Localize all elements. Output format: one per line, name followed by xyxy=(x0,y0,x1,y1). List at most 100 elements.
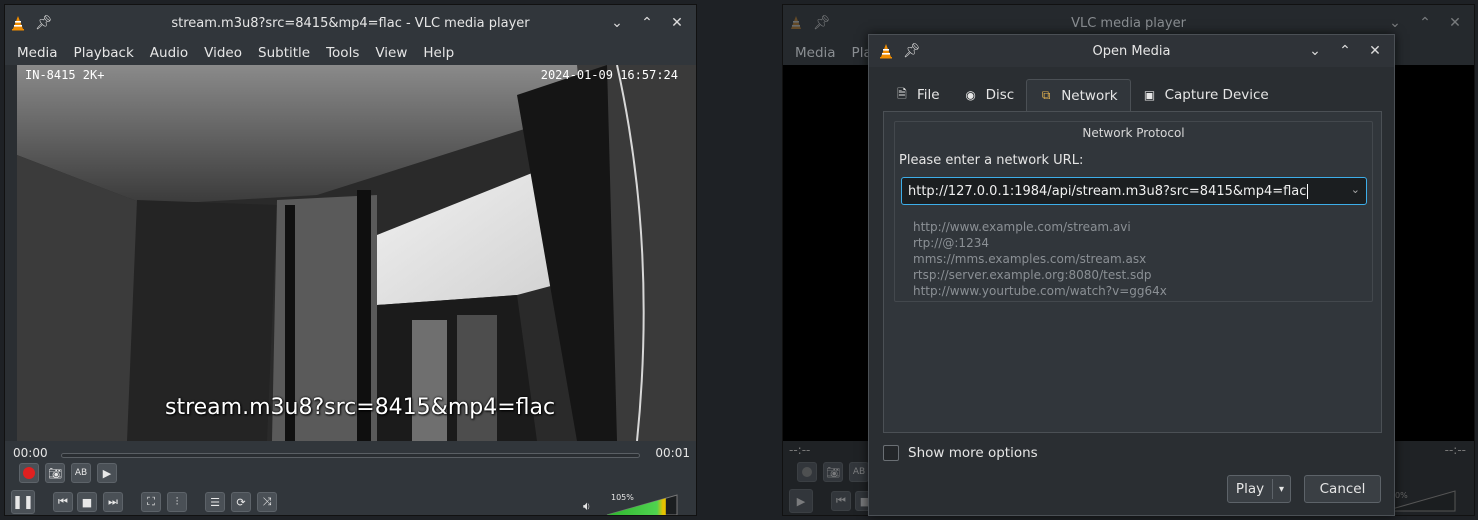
menu-subtitle[interactable]: Subtitle xyxy=(250,45,318,61)
chevron-down-icon[interactable]: ▾ xyxy=(1273,484,1290,495)
show-more-label: Show more options xyxy=(908,445,1038,461)
tab-file-label: File xyxy=(917,87,940,103)
background-window-title: VLC media player xyxy=(1071,15,1186,31)
playlist-icon: ☰ xyxy=(210,495,220,509)
record-button[interactable] xyxy=(797,462,817,482)
url-examples: http://www.example.com/stream.avi rtp://… xyxy=(913,219,1167,299)
tab-network[interactable]: ⧉ Network xyxy=(1026,79,1131,111)
chevron-down-icon[interactable]: ⌄ xyxy=(1302,38,1328,64)
tab-capture-device[interactable]: ▣ Capture Device xyxy=(1131,79,1281,111)
menu-audio[interactable]: Audio xyxy=(142,45,196,61)
camera-frame-image xyxy=(17,65,696,441)
play-button[interactable]: ▶ xyxy=(789,489,813,513)
show-more-checkbox[interactable] xyxy=(883,445,899,461)
playlist-button[interactable]: ☰ xyxy=(205,492,225,512)
chevron-down-icon[interactable]: ⌄ xyxy=(1382,10,1408,36)
pause-button[interactable]: ❚❚ xyxy=(11,490,35,514)
volume-slider[interactable] xyxy=(605,493,679,516)
vlc-cone-icon xyxy=(873,38,899,64)
file-icon: 🗎 xyxy=(897,86,907,101)
tab-file[interactable]: 🗎 File xyxy=(883,79,952,111)
disc-icon: ◉ xyxy=(965,88,976,102)
stop-button[interactable]: ■ xyxy=(77,492,97,512)
menubar: Media Playback Audio Video Subtitle Tool… xyxy=(5,41,696,65)
play-label: Play xyxy=(1235,481,1265,497)
close-icon[interactable]: ✕ xyxy=(1442,10,1468,36)
loop-ab-icon: AB xyxy=(852,467,866,477)
maximize-icon[interactable]: ⌃ xyxy=(1332,38,1358,64)
text-caret xyxy=(1307,184,1309,199)
network-icon: ⧉ xyxy=(1041,88,1051,102)
example-line: rtp://@:1234 xyxy=(913,236,989,250)
camera-icon: 📷︎ xyxy=(826,465,840,479)
background-elapsed: --:-- xyxy=(789,443,811,457)
osd-camera-label: IN-8415 2K+ xyxy=(25,68,105,82)
vlc-player-window: 📌︎ stream.m3u8?src=8415&mp4=flac - VLC m… xyxy=(4,4,697,516)
remaining-time[interactable]: 00:01 xyxy=(655,446,690,460)
pin-icon[interactable]: 📌︎ xyxy=(809,10,835,36)
menu-view[interactable]: View xyxy=(367,45,415,61)
speaker-icon[interactable]: 🔉︎ xyxy=(583,499,591,514)
pause-icon: ❚❚ xyxy=(12,494,34,510)
tab-capture-label: Capture Device xyxy=(1164,87,1269,103)
chevron-down-icon[interactable]: ⌄ xyxy=(604,10,630,36)
equalizer-icon: ⫶ xyxy=(175,495,179,508)
example-line: rtsp://server.example.org:8080/test.sdp xyxy=(913,268,1152,282)
shuffle-button[interactable]: ⤨ xyxy=(257,492,277,512)
pin-icon[interactable]: 📌︎ xyxy=(899,38,925,64)
frame-step-button[interactable]: ▶ xyxy=(97,463,117,483)
previous-button[interactable]: ⏮︎ xyxy=(53,492,73,512)
loop-ab-button[interactable]: AB xyxy=(71,463,91,483)
controls-bar: 00:00 00:01 📷︎ AB ▶ ❚❚ ⏮︎ ■ ⏭︎ ⛶ ⫶ ☰ ⟳ ⤨… xyxy=(5,441,696,516)
maximize-icon[interactable]: ⌃ xyxy=(1412,10,1438,36)
cancel-label: Cancel xyxy=(1319,481,1366,497)
menu-help[interactable]: Help xyxy=(415,45,462,61)
elapsed-time: 00:00 xyxy=(13,446,48,460)
network-protocol-group: Network Protocol Please enter a network … xyxy=(894,121,1373,302)
record-icon xyxy=(802,467,812,477)
next-button[interactable]: ⏭︎ xyxy=(103,492,123,512)
osd-timestamp: 2024-01-09 16:57:24 xyxy=(540,68,678,82)
url-prompt: Please enter a network URL: xyxy=(899,153,1084,168)
video-surface[interactable]: IN-8415 2K+ 2024-01-09 16:57:24 stream.m… xyxy=(17,65,696,441)
player-titlebar: 📌︎ stream.m3u8?src=8415&mp4=flac - VLC m… xyxy=(5,5,696,41)
close-icon[interactable]: ✕ xyxy=(1362,38,1388,64)
seek-slider[interactable] xyxy=(61,453,640,458)
loop-button[interactable]: ⟳ xyxy=(231,492,251,512)
record-button[interactable] xyxy=(19,463,39,483)
menu-tools[interactable]: Tools xyxy=(318,45,367,61)
chevron-down-icon[interactable]: ⌄ xyxy=(1351,183,1360,196)
snapshot-button[interactable]: 📷︎ xyxy=(823,462,843,482)
open-media-dialog: 📌︎ Open Media ⌄ ⌃ ✕ 🗎 File ◉ Disc ⧉ Netw… xyxy=(868,34,1395,516)
previous-icon: ⏮︎ xyxy=(58,495,68,508)
shuffle-icon: ⤨ xyxy=(262,495,272,508)
cancel-button[interactable]: Cancel xyxy=(1304,475,1381,503)
loop-ab-button[interactable]: AB xyxy=(849,462,869,482)
background-remaining: --:-- xyxy=(1444,443,1466,457)
close-icon[interactable]: ✕ xyxy=(664,10,690,36)
pin-icon[interactable]: 📌︎ xyxy=(31,10,57,36)
maximize-icon[interactable]: ⌃ xyxy=(634,10,660,36)
vlc-cone-icon xyxy=(5,10,31,36)
osd-title: stream.m3u8?src=8415&mp4=flac xyxy=(165,395,556,420)
capture-device-icon: ▣ xyxy=(1143,88,1156,102)
menu-video[interactable]: Video xyxy=(196,45,250,61)
menu-playback[interactable]: Playback xyxy=(66,45,142,61)
snapshot-button[interactable]: 📷︎ xyxy=(45,463,65,483)
example-line: http://www.yourtube.com/watch?v=gg64x xyxy=(913,284,1167,298)
menu-media[interactable]: Media xyxy=(787,45,844,61)
extended-settings-button[interactable]: ⫶ xyxy=(167,492,187,512)
tab-network-label: Network xyxy=(1061,87,1118,104)
network-url-input[interactable]: http://127.0.0.1:1984/api/stream.m3u8?sr… xyxy=(901,177,1367,205)
previous-button[interactable]: ⏮︎ xyxy=(831,491,851,511)
previous-icon: ⏮︎ xyxy=(836,494,846,507)
fullscreen-button[interactable]: ⛶ xyxy=(141,492,161,512)
menu-media[interactable]: Media xyxy=(9,45,66,61)
show-more-options[interactable]: Show more options xyxy=(883,445,1038,461)
vlc-cone-icon xyxy=(783,10,809,36)
play-button[interactable]: Play ▾ xyxy=(1227,475,1291,503)
tab-disc[interactable]: ◉ Disc xyxy=(952,79,1027,111)
window-title: stream.m3u8?src=8415&mp4=flac - VLC medi… xyxy=(171,15,530,31)
loop-icon: ⟳ xyxy=(236,495,246,509)
dialog-tabs: 🗎 File ◉ Disc ⧉ Network ▣ Capture Device xyxy=(883,79,1281,111)
